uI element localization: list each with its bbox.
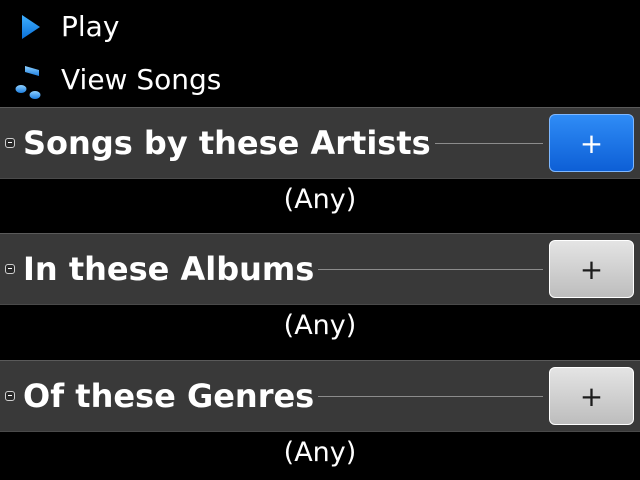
play-menu-item[interactable]: Play <box>0 3 640 51</box>
add-genre-button[interactable]: + <box>549 367 634 425</box>
genres-section-title: Of these Genres <box>23 361 319 431</box>
view-songs-label: View Songs <box>61 63 222 96</box>
view-songs-menu-item[interactable]: View Songs <box>0 56 640 104</box>
collapse-icon[interactable] <box>5 391 15 401</box>
play-icon <box>12 9 48 45</box>
music-note-icon <box>12 62 48 99</box>
collapse-icon[interactable] <box>5 264 15 274</box>
albums-value[interactable]: (Any) <box>0 306 640 346</box>
add-artist-button[interactable]: + <box>549 114 634 172</box>
collapse-icon[interactable] <box>5 138 15 148</box>
albums-section-header[interactable]: In these Albums + <box>0 233 640 305</box>
genres-value[interactable]: (Any) <box>0 433 640 473</box>
add-album-button[interactable]: + <box>549 240 634 298</box>
albums-section-title: In these Albums <box>23 234 319 304</box>
artists-value[interactable]: (Any) <box>0 180 640 220</box>
genres-section-header[interactable]: Of these Genres + <box>0 360 640 432</box>
artists-section-title: Songs by these Artists <box>23 108 435 178</box>
play-label: Play <box>61 10 120 43</box>
artists-section-header[interactable]: Songs by these Artists + <box>0 107 640 179</box>
